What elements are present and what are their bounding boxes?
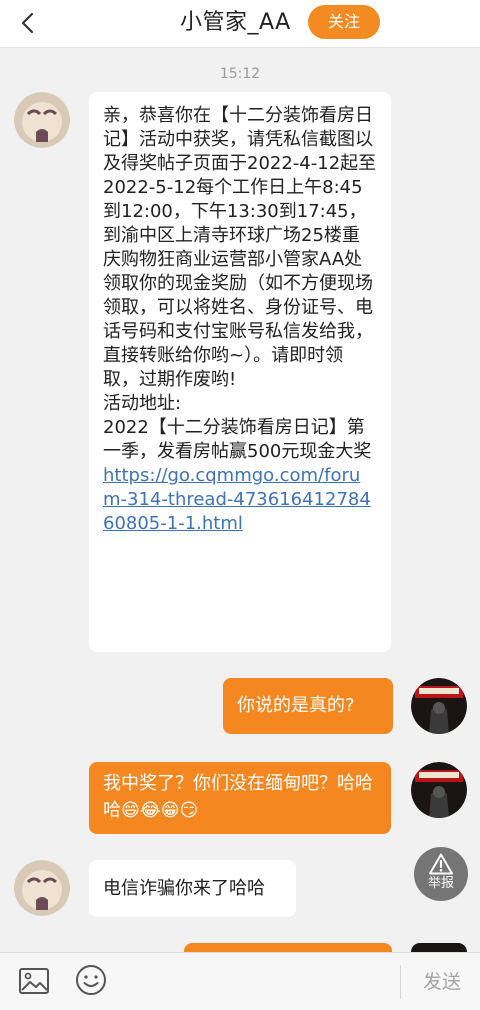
- report-button[interactable]: 举报: [414, 847, 468, 901]
- avatar[interactable]: [14, 860, 70, 916]
- message-bubble[interactable]: 亲，恭喜你在【十二分装饰看房日记】活动中获奖，请凭私信截图以及得奖帖子页面于20…: [89, 92, 391, 652]
- message-bubble[interactable]: 电信诈骗你来了哈哈: [89, 860, 296, 917]
- avatar-image: [411, 678, 467, 734]
- message-text: 我中奖了？你们没在缅甸吧？哈哈哈😄😂😁😏: [103, 773, 373, 821]
- avatar-partial: [411, 943, 467, 952]
- emoji-icon: [76, 965, 106, 995]
- avatar[interactable]: [411, 762, 467, 818]
- avatar[interactable]: [411, 678, 467, 734]
- avatar-image: [14, 860, 70, 916]
- divider: [400, 965, 401, 999]
- avatar-image: [14, 92, 70, 148]
- message-text: 你说的是真的?: [237, 695, 355, 716]
- message-bubble[interactable]: 我中奖了？你们没在缅甸吧？哈哈哈😄😂😁😏: [89, 762, 391, 834]
- warning-icon: [429, 853, 453, 875]
- image-icon: [19, 968, 49, 994]
- chevron-left-icon: [21, 12, 34, 34]
- send-button[interactable]: 发送: [412, 965, 472, 999]
- activity-link[interactable]: https://go.cqmmgo.com/forum-314-thread-4…: [103, 464, 377, 536]
- report-label: 举报: [427, 876, 454, 891]
- back-button[interactable]: [12, 8, 42, 38]
- message-timestamp: 15:12: [219, 66, 261, 82]
- emoji-button[interactable]: [75, 964, 107, 996]
- message-text: 亲，恭喜你在【十二分装饰看房日记】活动中获奖，请凭私信截图以及得奖帖子页面于20…: [103, 105, 377, 462]
- follow-button[interactable]: 关注: [308, 5, 380, 39]
- chat-title: 小管家_AA: [180, 10, 291, 35]
- avatar[interactable]: [14, 92, 70, 148]
- image-button[interactable]: [18, 965, 50, 997]
- message-bubble[interactable]: 你说的是真的?: [223, 678, 393, 734]
- message-text: 电信诈骗你来了哈哈: [103, 878, 265, 899]
- avatar-image: [411, 762, 467, 818]
- input-bar: 发送: [0, 952, 480, 1010]
- chat-header: 小管家_AA 关注: [0, 0, 480, 48]
